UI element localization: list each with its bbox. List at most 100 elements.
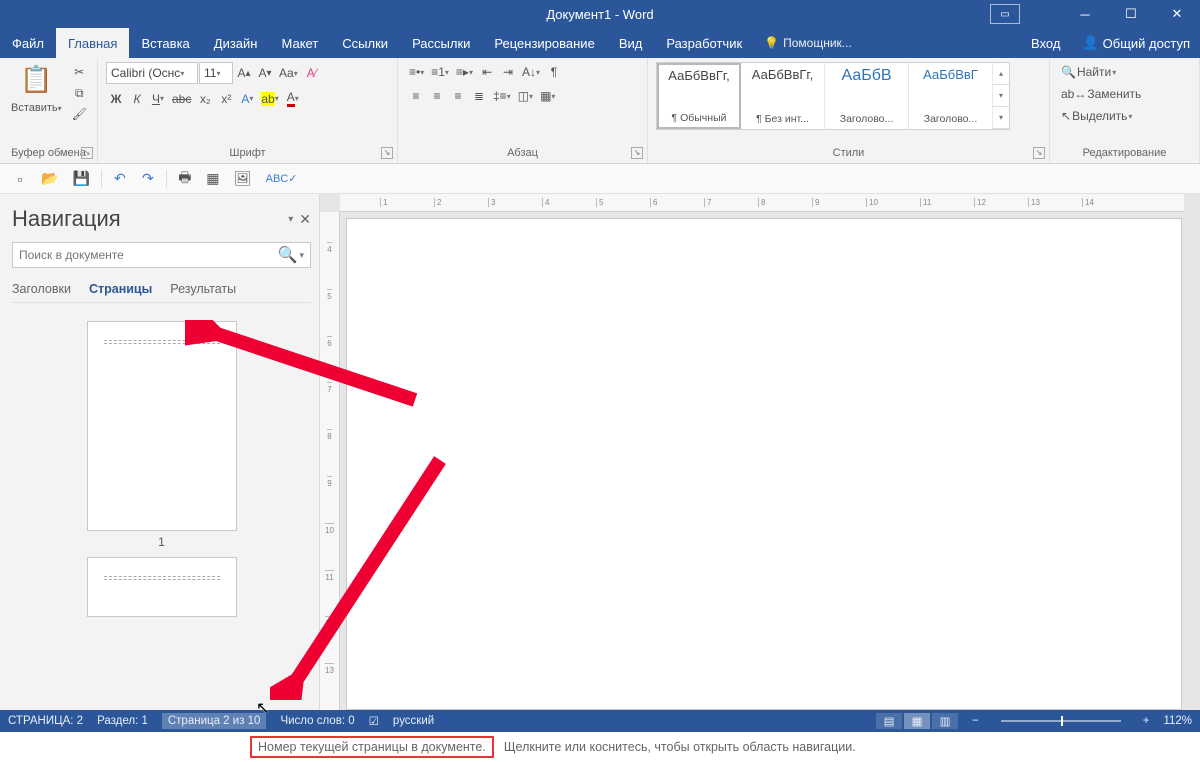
tab-design[interactable]: Дизайн — [202, 28, 270, 58]
share-button[interactable]: 👤Общий доступ — [1072, 28, 1200, 58]
italic-button[interactable]: К — [127, 89, 147, 109]
status-language[interactable]: русский — [393, 715, 434, 727]
justify-button[interactable]: ≣ — [469, 86, 489, 106]
multilevel-list-button[interactable]: ≡▸ — [453, 62, 476, 82]
status-page-of[interactable]: Страница 2 из 10 — [162, 713, 267, 729]
styles-dialog-launch[interactable]: ↘ — [1033, 147, 1045, 159]
subscript-button[interactable]: x₂ — [195, 89, 215, 109]
open-button[interactable]: 📂 — [38, 168, 61, 189]
font-color-button[interactable]: A — [283, 88, 303, 109]
copy-button[interactable]: ⧉ — [69, 83, 90, 103]
tab-mailings[interactable]: Рассылки — [400, 28, 482, 58]
change-case-button[interactable]: Aa — [276, 63, 301, 83]
picture-button[interactable]: 🖼 — [231, 168, 255, 189]
underline-button[interactable]: Ч — [148, 89, 168, 109]
font-size-select[interactable]: 11 — [199, 62, 233, 84]
nav-search-box[interactable]: 🔍 ▾ — [12, 242, 311, 268]
clipboard-dialog-launch[interactable]: ↘ — [81, 147, 93, 159]
document-page[interactable] — [346, 218, 1182, 710]
paste-button[interactable]: 📋 — [17, 62, 55, 97]
strikethrough-button[interactable]: abc — [169, 89, 194, 109]
tab-insert[interactable]: Вставка — [129, 28, 201, 58]
shrink-font-button[interactable]: A▾ — [255, 63, 275, 83]
font-name-select[interactable]: Calibri (Оснс — [106, 62, 198, 84]
save-button[interactable]: 💾 — [69, 168, 92, 189]
superscript-button[interactable]: x² — [216, 89, 236, 109]
page-thumbnail-2[interactable] — [87, 557, 237, 617]
vertical-ruler[interactable]: 45678910111213 — [320, 212, 340, 710]
zoom-slider[interactable] — [1001, 720, 1121, 722]
view-read-mode[interactable]: ▤ — [876, 713, 902, 729]
maximize-button[interactable]: ☐ — [1108, 0, 1154, 28]
tab-review[interactable]: Рецензирование — [482, 28, 606, 58]
ribbon-display-options[interactable]: ▭ — [990, 4, 1020, 24]
nav-search-input[interactable] — [19, 248, 278, 262]
window-title: Документ1 - Word — [546, 7, 653, 22]
horizontal-ruler[interactable]: 1234567891011121314 — [340, 194, 1184, 212]
font-dialog-launch[interactable]: ↘ — [381, 147, 393, 159]
find-button[interactable]: 🔍Найти — [1058, 62, 1119, 82]
tab-developer[interactable]: Разработчик — [654, 28, 754, 58]
paste-dropdown[interactable]: Вставить — [8, 98, 65, 118]
sign-in[interactable]: Вход — [1019, 28, 1072, 58]
select-button[interactable]: ↖Выделить — [1058, 106, 1135, 126]
nav-options-dropdown[interactable]: ▾ — [288, 214, 293, 225]
tab-file[interactable]: Файл — [0, 28, 56, 58]
page-thumbnail-1[interactable]: 1 — [87, 321, 237, 549]
table-button[interactable]: ▦ — [203, 168, 223, 189]
nav-tab-headings[interactable]: Заголовки — [12, 282, 71, 296]
text-effects-button[interactable]: A — [237, 89, 257, 109]
tab-layout[interactable]: Макет — [269, 28, 330, 58]
sort-button[interactable]: A↓ — [519, 62, 543, 82]
status-page[interactable]: СТРАНИЦА: 2 — [8, 715, 83, 727]
borders-button[interactable]: ▦ — [537, 86, 558, 106]
tab-home[interactable]: Главная — [56, 28, 129, 58]
shading-button[interactable]: ◫ — [515, 86, 536, 106]
new-doc-button[interactable]: ▫ — [10, 169, 30, 189]
nav-tab-pages[interactable]: Страницы — [89, 282, 152, 296]
tab-view[interactable]: Вид — [607, 28, 655, 58]
view-web-layout[interactable]: ▥ — [932, 713, 958, 729]
highlight-button[interactable]: ab — [258, 89, 281, 109]
print-preview-button[interactable]: 🖶 — [175, 165, 195, 193]
grow-font-button[interactable]: A▴ — [234, 63, 254, 83]
spellcheck-button[interactable]: ABC✓ — [263, 169, 301, 189]
style-heading2[interactable]: АаБбВвГ Заголово... — [909, 63, 993, 129]
close-button[interactable]: ✕ — [1154, 0, 1200, 28]
styles-scroll[interactable]: ▴▾▾ — [993, 63, 1009, 129]
redo-button[interactable]: ↷ — [138, 168, 158, 189]
tell-me-search[interactable]: 💡Помощник... — [754, 28, 862, 58]
align-left-button[interactable]: ≡ — [406, 86, 426, 106]
status-proofing-icon[interactable]: ☑ — [369, 714, 379, 728]
replace-button[interactable]: ab↔Заменить — [1058, 84, 1144, 104]
style-normal[interactable]: АаБбВвГг, ¶ Обычный — [657, 63, 741, 129]
align-center-button[interactable]: ≡ — [427, 86, 447, 106]
format-painter-button[interactable]: 🖌 — [69, 104, 90, 124]
nav-close-button[interactable]: ✕ — [299, 211, 311, 228]
bold-button[interactable]: Ж — [106, 89, 126, 109]
status-section[interactable]: Раздел: 1 — [97, 715, 148, 727]
show-marks-button[interactable]: ¶ — [544, 62, 564, 82]
nav-tab-results[interactable]: Результаты — [170, 282, 236, 296]
style-no-spacing[interactable]: АаБбВвГг, ¶ Без инт... — [741, 63, 825, 129]
styles-gallery[interactable]: АаБбВвГг, ¶ Обычный АаБбВвГг, ¶ Без инт.… — [656, 62, 1010, 130]
style-heading1[interactable]: АаБбВ Заголово... — [825, 63, 909, 129]
line-spacing-button[interactable]: ‡≡ — [490, 86, 514, 106]
bullets-button[interactable]: ≡• — [406, 62, 427, 82]
tab-references[interactable]: Ссылки — [330, 28, 400, 58]
cut-button[interactable]: ✂ — [69, 62, 90, 82]
clear-formatting-button[interactable]: A⁄ — [302, 63, 322, 83]
status-word-count[interactable]: Число слов: 0 — [280, 715, 354, 727]
increase-indent-button[interactable]: ⇥ — [498, 62, 518, 82]
undo-button[interactable]: ↶ — [110, 168, 130, 189]
minimize-button[interactable]: ─ — [1062, 0, 1108, 28]
decrease-indent-button[interactable]: ⇤ — [477, 62, 497, 82]
zoom-in-button[interactable]: + — [1143, 715, 1150, 727]
numbering-button[interactable]: ≡1 — [428, 62, 452, 82]
align-right-button[interactable]: ≡ — [448, 86, 468, 106]
zoom-level[interactable]: 112% — [1163, 715, 1192, 727]
zoom-out-button[interactable]: − — [972, 715, 979, 727]
title-bar: Документ1 - Word ▭ ─ ☐ ✕ — [0, 0, 1200, 28]
view-print-layout[interactable]: ▦ — [904, 713, 930, 729]
paragraph-dialog-launch[interactable]: ↘ — [631, 147, 643, 159]
